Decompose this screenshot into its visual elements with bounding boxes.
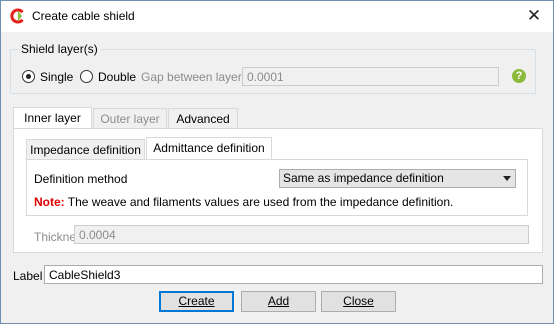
tab-admittance-definition[interactable]: Admittance definition	[146, 137, 272, 160]
tab-impedance-definition[interactable]: Impedance definition	[26, 139, 145, 159]
tab-advanced[interactable]: Advanced	[168, 108, 238, 128]
single-label[interactable]: Single	[40, 70, 73, 84]
close-button[interactable]: Close	[321, 291, 396, 312]
dialog-window: Create cable shield ✕ Shield layer(s) Si…	[0, 0, 554, 324]
definition-method-select[interactable]: Same as impedance definition	[279, 169, 516, 188]
create-button[interactable]: Create	[159, 291, 234, 312]
chevron-down-icon	[503, 176, 511, 181]
definition-method-value: Same as impedance definition	[283, 171, 444, 185]
double-label[interactable]: Double	[98, 70, 136, 84]
gap-between-layers-input: 0.0001	[242, 67, 499, 86]
app-logo-icon	[10, 8, 24, 24]
label-input[interactable]: CableShield3	[44, 265, 543, 284]
single-radio[interactable]	[22, 70, 35, 83]
close-button-label: Close	[343, 294, 374, 308]
label-label: Label	[13, 269, 43, 283]
close-icon[interactable]: ✕	[521, 4, 547, 28]
create-button-label: Create	[178, 294, 215, 308]
note-text: Note: The weave and filaments values are…	[34, 195, 453, 209]
note-prefix: Note:	[34, 195, 65, 209]
double-radio[interactable]	[80, 70, 93, 83]
definition-method-label: Definition method	[34, 172, 128, 186]
thickness-input: 0.0004	[74, 225, 529, 244]
title-bar: Create cable shield ✕	[1, 1, 553, 32]
tab-outer-layer[interactable]: Outer layer	[93, 108, 167, 128]
gap-between-layers-label: Gap between layers	[141, 70, 248, 84]
shield-layers-legend: Shield layer(s)	[19, 42, 100, 56]
help-icon[interactable]: ?	[512, 69, 526, 83]
tab-inner-layer[interactable]: Inner layer	[13, 107, 92, 129]
add-button[interactable]: Add	[241, 291, 316, 312]
note-body: The weave and filaments values are used …	[64, 195, 454, 209]
add-button-label: Add	[267, 294, 290, 308]
window-title: Create cable shield	[32, 9, 135, 23]
